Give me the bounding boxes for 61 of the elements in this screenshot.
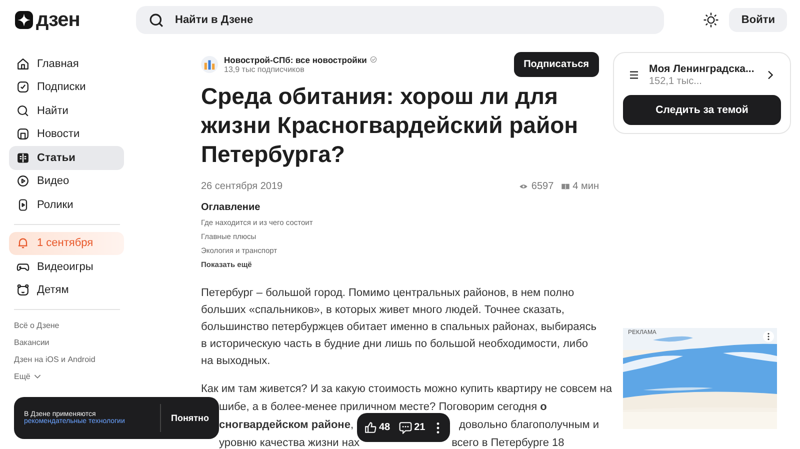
verified-icon bbox=[370, 56, 377, 63]
paragraph-line: Как им там живется? И за какую стоимость можно купить квартиру не совсем на bbox=[201, 382, 612, 397]
thumbs-up-icon bbox=[364, 421, 377, 434]
comments-button[interactable]: 21 bbox=[399, 421, 426, 434]
sidebar-item[interactable]: Главная bbox=[9, 52, 124, 76]
view-count: 6597 bbox=[531, 181, 554, 192]
logo[interactable]: дзен bbox=[15, 8, 136, 32]
comment-icon bbox=[399, 421, 412, 434]
phone-play-icon bbox=[16, 198, 30, 212]
read-time: 4 мин bbox=[572, 181, 599, 192]
bear-face-icon bbox=[16, 283, 30, 298]
sidebar-item[interactable]: Ролики bbox=[9, 193, 124, 216]
paragraph-line: уровню качества жизни нах bbox=[219, 436, 360, 449]
sidebar-item[interactable]: Новости bbox=[9, 122, 124, 146]
footer-link[interactable]: Всё о Дзене bbox=[9, 317, 124, 334]
accept-button[interactable]: Понятно bbox=[161, 413, 209, 423]
book-icon bbox=[560, 183, 570, 190]
eye-icon bbox=[519, 183, 528, 190]
sun-icon[interactable] bbox=[703, 12, 720, 28]
login-button[interactable]: Войти bbox=[729, 8, 787, 32]
more-icon[interactable] bbox=[436, 422, 440, 434]
chevron-down-icon bbox=[34, 374, 42, 379]
logo-icon bbox=[15, 11, 33, 29]
like-button[interactable]: 48 bbox=[364, 421, 390, 434]
paragraph-line: шибе, а в более-менее приличном месте? Поговорим сегодня о bbox=[219, 400, 547, 415]
book-icon bbox=[16, 150, 30, 165]
sidebar-item[interactable]: Статьи bbox=[9, 146, 124, 170]
paragraph-line: сногвардейском районе, bbox=[219, 418, 354, 433]
follow-button[interactable]: Следить за темой bbox=[623, 95, 781, 125]
search-icon bbox=[148, 12, 165, 28]
checkbox-icon bbox=[16, 80, 30, 94]
search-field[interactable]: Найти в Дзене bbox=[136, 6, 664, 34]
footer-link[interactable]: Вакансии bbox=[9, 334, 124, 351]
sidebar-item[interactable]: Подписки bbox=[9, 76, 124, 99]
play-icon bbox=[16, 174, 30, 188]
footer-link[interactable]: Дзен на iOS и Android bbox=[9, 351, 124, 368]
sidebar-item[interactable]: Видео bbox=[9, 170, 124, 193]
more-icon[interactable] bbox=[763, 331, 774, 342]
chevron-right-icon[interactable] bbox=[767, 70, 773, 80]
publish-date: 26 сентября 2019 bbox=[201, 181, 284, 192]
more-link[interactable]: Ещё bbox=[9, 368, 124, 385]
subscribe-button[interactable]: Подписаться bbox=[514, 52, 599, 76]
article-paragraph: Петербург – большой город. Помимо центральных районов, в нем полно больших «спальников», в которых живет много людей. Точнее сказать, большинство петербуржцев обитает именно в спальных районах, выбираясь в историческую часть в будние дни лишь по большой необходимости, либо на выходных. bbox=[201, 286, 598, 369]
sidebar-item[interactable]: Найти bbox=[9, 99, 124, 122]
channel-avatar-icon[interactable] bbox=[201, 56, 218, 72]
bell-icon bbox=[16, 236, 30, 250]
paragraph-line: довольно благополучным и bbox=[459, 418, 599, 433]
channel-name[interactable]: Новострой-СПб: все новостройки bbox=[224, 54, 367, 64]
menu-icon bbox=[629, 71, 639, 79]
subscriber-count: 13,9 тыс подписчиков bbox=[224, 64, 306, 74]
paragraph-line: всего в Петербурге 18 bbox=[452, 436, 564, 449]
toc-heading: Оглавление bbox=[201, 202, 262, 213]
house-icon bbox=[16, 56, 30, 71]
sidebar-item[interactable]: Детям bbox=[9, 278, 124, 302]
topic-count: 152,1 тыс... bbox=[649, 76, 703, 87]
topic-name[interactable]: Моя Ленинградска... bbox=[649, 63, 757, 75]
news-icon bbox=[16, 127, 30, 142]
search-icon bbox=[16, 104, 30, 118]
article-title: Среда обитания: хорош ли для жизни Красногвардейский район Петербурга? bbox=[201, 82, 580, 169]
sidebar-item[interactable]: Видеоигры bbox=[9, 255, 124, 278]
logo-text: дзен bbox=[36, 8, 80, 32]
